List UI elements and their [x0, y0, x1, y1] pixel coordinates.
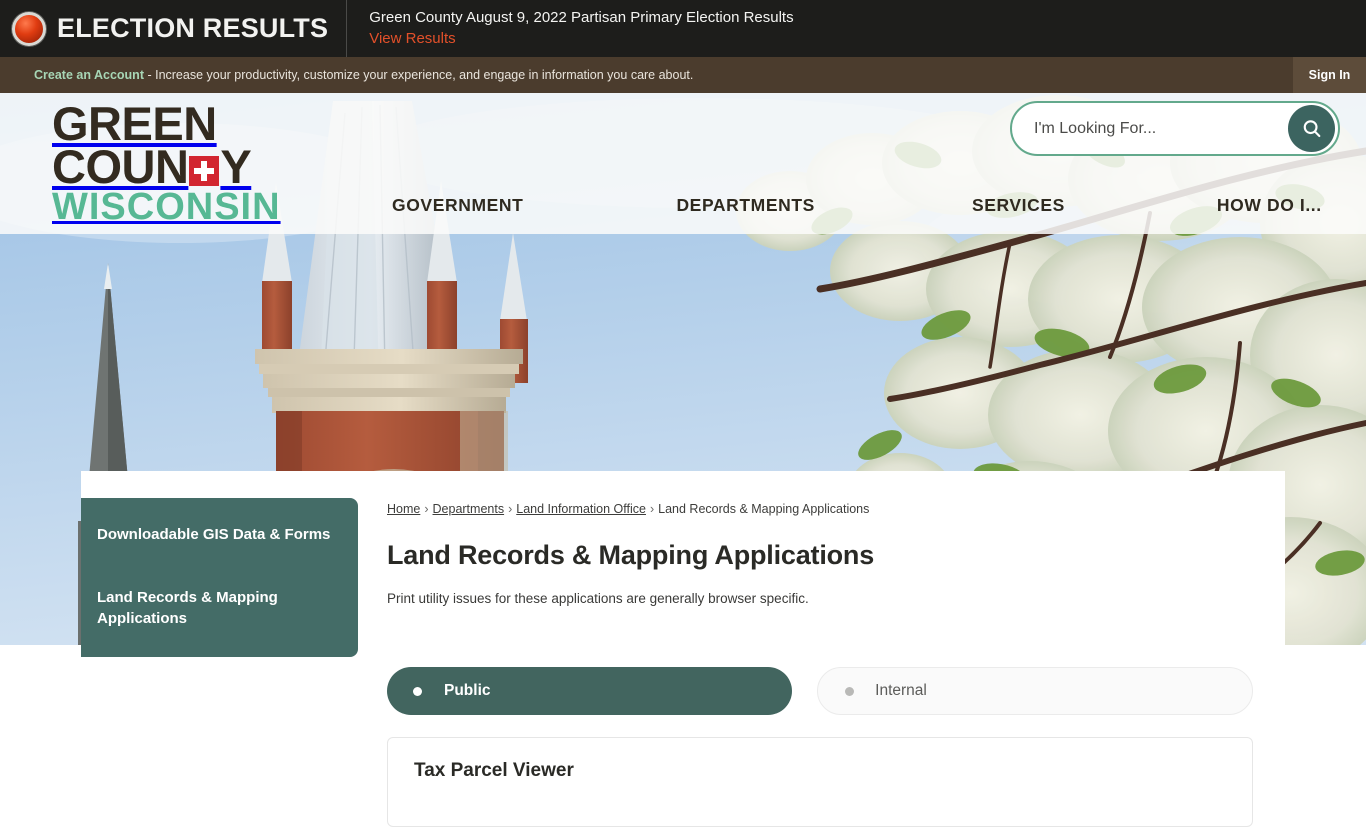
site-logo[interactable]: GREEN COUN Y WISCONSIN — [52, 97, 302, 229]
election-results-brand: ELECTION RESULTS — [0, 0, 348, 57]
nav-item-departments[interactable]: DEPARTMENTS — [676, 183, 815, 216]
application-panel-title: Tax Parcel Viewer — [414, 760, 574, 781]
application-panel: Tax Parcel Viewer — [387, 737, 1253, 827]
nav-item-government[interactable]: GOVERNMENT — [392, 183, 523, 216]
breadcrumb-separator: › — [649, 502, 655, 516]
radio-unselected-icon — [845, 686, 855, 696]
main-navigation: GOVERNMENT DEPARTMENTS SERVICES HOW DO I… — [330, 183, 1366, 233]
radio-selected-icon — [413, 686, 422, 696]
breadcrumb-item-land-information-office[interactable]: Land Information Office — [516, 502, 646, 516]
logo-line-wisconsin: WISCONSIN — [52, 186, 281, 229]
logo-county-suffix: Y — [220, 140, 252, 194]
election-alert-title: Green County August 9, 2022 Partisan Pri… — [369, 8, 794, 26]
page-intro-text: Print utility issues for these applicati… — [387, 591, 809, 606]
search-icon — [1303, 119, 1320, 137]
logo-county-prefix: COUN — [52, 140, 189, 194]
nav-item-how-do-i[interactable]: HOW DO I... — [1217, 183, 1322, 216]
application-audience-tabs: Public Internal — [387, 667, 1253, 715]
breadcrumb: Home › Departments › Land Information Office… — [387, 471, 1267, 516]
search-input[interactable] — [1012, 104, 1288, 153]
logo-line-county: COUN Y — [52, 143, 302, 190]
tab-public[interactable]: Public — [387, 667, 793, 715]
page-title: Land Records & Mapping Applications — [387, 540, 875, 570]
swiss-flag-icon — [189, 156, 220, 187]
sidebar-item-land-records-and-mapping-applications[interactable]: Land Records & Mapping Applications — [81, 577, 358, 639]
breadcrumb-separator: › — [508, 502, 513, 516]
main-content: Home › Departments › Land Information Office… — [387, 471, 1267, 827]
site-search — [1010, 101, 1340, 156]
account-promo-text: Create an Account - Increase your produc… — [0, 68, 693, 82]
create-account-link[interactable]: Create an Account — [34, 68, 144, 82]
breadcrumb-item-departments[interactable]: Departments — [433, 502, 505, 516]
election-alert-message: Green County August 9, 2022 Partisan Pri… — [347, 8, 793, 50]
sign-in-button[interactable]: Sign In — [1293, 57, 1366, 93]
sidebar-item-downloadable-gis-data-and-forms[interactable]: Downloadable GIS Data & Forms — [81, 514, 358, 555]
search-button[interactable] — [1288, 105, 1335, 152]
breadcrumb-item-home[interactable]: Home — [387, 502, 420, 516]
account-promo-bar: Create an Account - Increase your produc… — [0, 57, 1366, 93]
view-results-link[interactable]: View Results — [369, 29, 455, 49]
red-circle-icon — [12, 11, 46, 46]
election-alert-bar: ELECTION RESULTS Green County August 9, … — [0, 0, 1366, 57]
logo-line-green: GREEN — [52, 97, 217, 150]
account-promo-description: - Increase your productivity, customize … — [143, 68, 694, 82]
tab-internal[interactable]: Internal — [817, 667, 1253, 715]
section-sidebar: Downloadable GIS Data & Forms Land Recor… — [81, 498, 358, 657]
election-results-label: ELECTION RESULTS — [57, 13, 329, 43]
breadcrumb-item-current: Land Records & Mapping Applications — [658, 502, 870, 516]
nav-item-services[interactable]: SERVICES — [972, 183, 1065, 216]
site-header: GREEN COUNY WISCONSIN GOVERNMENT DEPARTM… — [0, 93, 1366, 234]
breadcrumb-separator: › — [424, 502, 429, 516]
tab-internal-label: Internal — [875, 682, 927, 699]
tab-public-label: Public — [444, 682, 491, 699]
